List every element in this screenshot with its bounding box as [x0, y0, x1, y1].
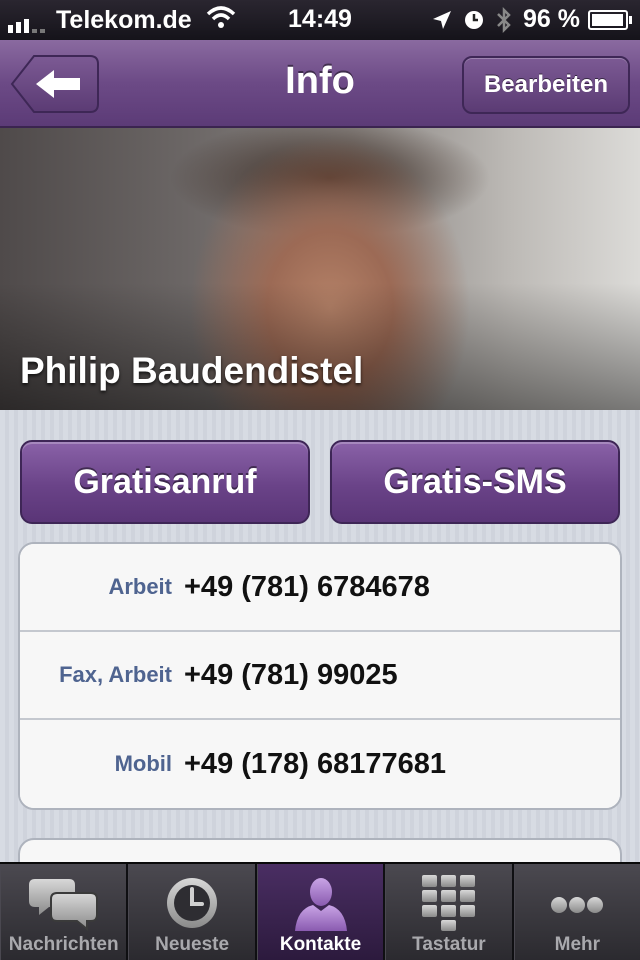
free-call-button[interactable]: Gratisanruf: [20, 440, 310, 524]
bluetooth-icon: [495, 6, 513, 33]
phone-label: Fax, Arbeit: [59, 662, 172, 687]
tab-nachrichten[interactable]: Nachrichten: [0, 864, 129, 960]
nav-bar: Info Bearbeiten: [0, 40, 640, 128]
person-icon: [291, 874, 351, 932]
phone-row-work[interactable]: Arbeit +49 (781) 6784678: [20, 544, 620, 632]
contact-photo: Philip Baudendistel: [0, 128, 640, 410]
contact-details: Gratisanruf Gratis-SMS Arbeit +49 (781) …: [0, 410, 640, 862]
battery-percent: 96 %: [523, 5, 580, 33]
status-bar: Telekom.de 14:49 96 %: [0, 0, 640, 40]
battery-icon: [588, 9, 632, 30]
edit-button[interactable]: Bearbeiten: [462, 56, 630, 114]
chat-bubbles-icon: [28, 874, 99, 932]
alarm-clock-icon: [463, 9, 485, 31]
phone-number: +49 (178) 68177681: [184, 747, 447, 780]
tab-label: Nachrichten: [8, 934, 119, 955]
phone-list: Arbeit +49 (781) 6784678 Fax, Arbeit +49…: [18, 542, 622, 810]
tab-label: Kontakte: [279, 934, 362, 955]
tab-mehr[interactable]: Mehr: [513, 864, 640, 960]
phone-label: Arbeit: [108, 574, 172, 599]
tab-label: Mehr: [554, 934, 601, 955]
free-sms-button[interactable]: Gratis-SMS: [330, 440, 620, 524]
contact-name: Philip Baudendistel: [20, 350, 364, 391]
more-dots-icon: [549, 874, 605, 932]
phone-number: +49 (781) 99025: [184, 658, 398, 691]
location-arrow-icon: [431, 9, 453, 31]
keypad-icon: [420, 874, 478, 932]
tab-label: Tastatur: [412, 934, 486, 955]
phone-number: +49 (781) 6784678: [184, 570, 430, 603]
tab-tastatur[interactable]: Tastatur: [385, 864, 514, 960]
phone-label: Mobil: [114, 751, 172, 776]
clock-icon: [164, 874, 220, 932]
tab-neueste[interactable]: Neueste: [128, 864, 257, 960]
phone-row-fax[interactable]: Fax, Arbeit +49 (781) 99025: [20, 632, 620, 720]
next-section-card: [18, 838, 622, 862]
status-right: 96 %: [431, 5, 632, 34]
tab-label: Neueste: [155, 934, 230, 955]
tab-kontakte[interactable]: Kontakte: [256, 864, 386, 960]
phone-row-mobile[interactable]: Mobil +49 (178) 68177681: [20, 720, 620, 808]
tab-bar: Nachrichten Neueste Kontakte Tastatur Me…: [0, 862, 640, 960]
